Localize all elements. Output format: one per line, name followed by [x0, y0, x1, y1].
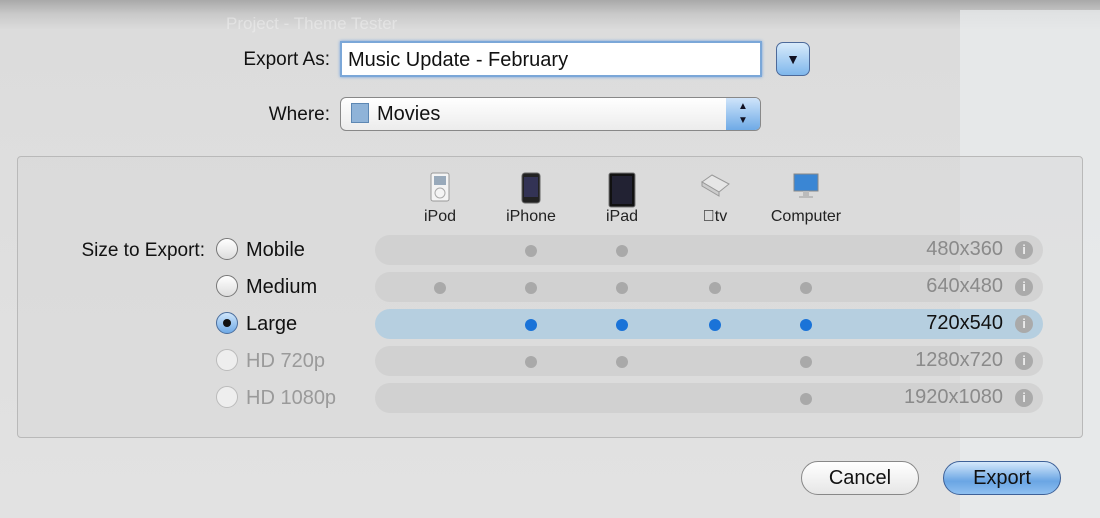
export-as-label: Export As: [243, 49, 330, 70]
device-label: tv [708, 208, 727, 225]
info-icon[interactable]: i [1015, 352, 1033, 370]
radio-button-icon [216, 349, 238, 371]
ipod-icon [395, 172, 485, 202]
resolution: 1920x1080 [904, 386, 1003, 408]
compatibility-dot [434, 282, 446, 294]
device-label: iPhone [506, 208, 556, 225]
resolution: 720x540 [926, 312, 1003, 334]
compatibility-dot [800, 319, 812, 331]
compatibility-dot [800, 356, 812, 368]
radio-button-icon [216, 312, 238, 334]
size-label: Mobile [246, 239, 305, 261]
updown-arrows-icon: ▲ ▼ [726, 98, 760, 130]
export-as-input[interactable]: Music Update - February [340, 41, 762, 77]
radio-button-icon [216, 238, 238, 260]
compatibility-dot [616, 356, 628, 368]
iphone-icon [486, 172, 576, 204]
info-icon[interactable]: i [1015, 241, 1033, 259]
ipad-icon [577, 172, 667, 208]
device-column-ipad: iPad [577, 172, 667, 226]
compatibility-dot [616, 319, 628, 331]
where-label: Where: [268, 104, 330, 125]
appletv-icon [670, 172, 760, 202]
compatibility-dot [525, 282, 537, 294]
size-radio-hd-1080p[interactable]: HD 1080p [216, 386, 336, 410]
compatibility-dot [800, 393, 812, 405]
size-label: Large [246, 313, 298, 335]
resolution: 640x480 [926, 275, 1003, 297]
device-label: Computer [770, 208, 842, 225]
device-column-computer: Computer [761, 172, 851, 226]
compatibility-dot [709, 319, 721, 331]
chevron-down-icon: ▼ [786, 51, 800, 67]
size-to-export-label: Size to Export: [81, 240, 205, 261]
where-popup[interactable]: Movies ▲ ▼ [340, 97, 761, 131]
device-column-tv: tv [670, 172, 760, 226]
resolution: 1280x720 [915, 349, 1003, 371]
size-row-mobile: 480x360 i [375, 235, 1043, 265]
cancel-button[interactable]: Cancel [801, 461, 919, 495]
size-row-medium: 640x480 i [375, 272, 1043, 302]
device-column-ipod: iPod [395, 172, 485, 226]
compatibility-dot [616, 245, 628, 257]
size-label: HD 1080p [246, 387, 337, 409]
export-button[interactable]: Export [943, 461, 1061, 495]
radio-button-icon [216, 386, 238, 408]
size-row-large: 720x540 i [375, 309, 1043, 339]
background-window-title: Project - Theme Tester [226, 14, 398, 33]
compatibility-dot [709, 282, 721, 294]
computer-icon [761, 172, 851, 202]
compatibility-dot [525, 319, 537, 331]
compatibility-dot [616, 282, 628, 294]
info-icon[interactable]: i [1015, 389, 1033, 407]
compatibility-dot [800, 282, 812, 294]
where-value: Movies [377, 103, 441, 125]
apple-logo-icon:  [703, 208, 715, 225]
radio-button-icon [216, 275, 238, 297]
size-radio-hd-720p[interactable]: HD 720p [216, 349, 325, 373]
size-row-hd-1080p: 1920x1080 i [375, 383, 1043, 413]
device-label: iPad [605, 208, 639, 225]
size-radio-mobile[interactable]: Mobile [216, 238, 305, 262]
expand-dialog-button[interactable]: ▼ [776, 42, 810, 76]
folder-icon [351, 103, 369, 123]
resolution: 480x360 [926, 238, 1003, 260]
compatibility-dot [525, 356, 537, 368]
size-label: Medium [246, 276, 318, 298]
device-column-iphone: iPhone [486, 172, 576, 226]
info-icon[interactable]: i [1015, 278, 1033, 296]
size-radio-medium[interactable]: Medium [216, 275, 317, 299]
size-row-hd-720p: 1280x720 i [375, 346, 1043, 376]
compatibility-dot [525, 245, 537, 257]
info-icon[interactable]: i [1015, 315, 1033, 333]
size-radio-large[interactable]: Large [216, 312, 297, 336]
device-label: iPod [423, 208, 457, 225]
size-label: HD 720p [246, 350, 325, 372]
